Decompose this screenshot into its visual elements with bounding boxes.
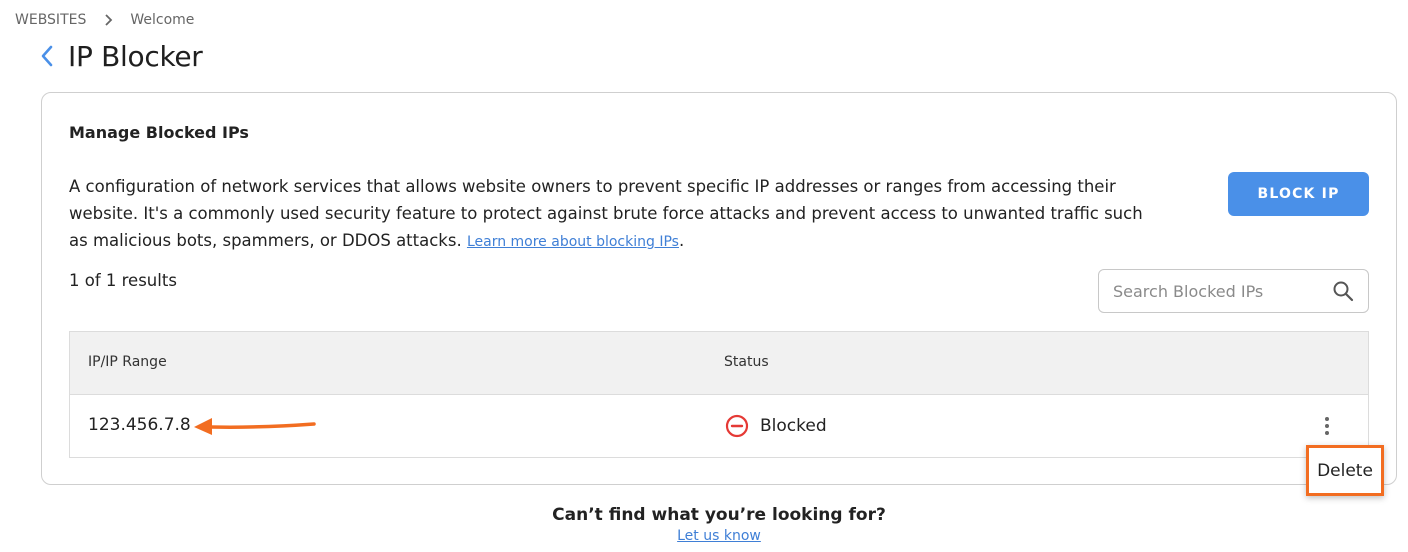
help-question: Can’t find what you’re looking for? <box>552 505 886 525</box>
results-count: 1 of 1 results <box>69 271 177 290</box>
breadcrumb: WEBSITES Welcome <box>15 10 194 30</box>
kebab-menu-icon[interactable] <box>1320 415 1334 437</box>
delete-menu-item[interactable]: Delete <box>1306 445 1384 496</box>
column-ip-range: IP/IP Range <box>88 354 167 370</box>
blocked-icon <box>725 414 749 438</box>
card-description: A configuration of network services that… <box>69 173 1159 256</box>
blocked-ips-table: IP/IP Range Status 123.456.7.8 Blocked <box>69 331 1369 458</box>
chevron-right-icon <box>105 14 113 26</box>
page-title: IP Blocker <box>68 39 203 73</box>
help-link-wrapper: Let us know <box>0 528 1408 544</box>
learn-more-link[interactable]: Learn more about blocking IPs <box>467 234 679 250</box>
arrow-annotation <box>194 418 316 435</box>
search-box[interactable] <box>1098 269 1369 313</box>
ip-address: 123.456.7.8 <box>88 415 191 435</box>
description-period: . <box>678 231 685 250</box>
table-header: IP/IP Range Status <box>70 332 1368 395</box>
page-header: IP Blocker <box>38 36 203 76</box>
let-us-know-link[interactable]: Let us know <box>677 528 761 544</box>
column-status: Status <box>724 354 769 370</box>
search-icon[interactable] <box>1332 280 1354 302</box>
status-label: Blocked <box>760 416 827 436</box>
block-ip-button[interactable]: BLOCK IP <box>1228 172 1369 216</box>
back-chevron-icon <box>41 45 53 67</box>
back-button[interactable] <box>38 42 58 70</box>
breadcrumb-websites[interactable]: WEBSITES <box>15 12 86 28</box>
status-cell: Blocked <box>725 414 827 438</box>
card-title: Manage Blocked IPs <box>69 123 249 142</box>
search-input[interactable] <box>1113 281 1332 301</box>
breadcrumb-welcome[interactable]: Welcome <box>130 12 194 28</box>
